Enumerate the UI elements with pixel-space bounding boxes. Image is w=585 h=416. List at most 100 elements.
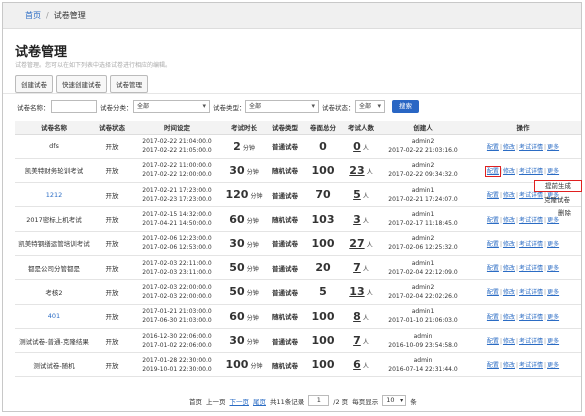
duration-value: 60	[229, 212, 245, 226]
pager-next[interactable]: 下一页	[230, 396, 250, 406]
config-link[interactable]: 配置	[487, 192, 499, 199]
start-time: 2016-12-30 22:06:00.0	[142, 332, 212, 340]
total-score: 5	[305, 279, 341, 305]
count-value[interactable]: 23	[349, 164, 364, 177]
col-header-duration: 考试时长	[223, 121, 265, 135]
config-link[interactable]: 配置	[487, 241, 499, 248]
more-link[interactable]: 更多	[547, 289, 559, 296]
pager-last[interactable]: 尾页	[253, 396, 266, 406]
edit-link[interactable]: 修改	[503, 314, 515, 321]
exam-duration: 100 分钟	[223, 352, 265, 378]
edit-link[interactable]: 修改	[503, 289, 515, 296]
create-paper-button[interactable]: 创建试卷	[15, 75, 53, 93]
row-actions: 配置|修改|考试详情|更多	[465, 255, 581, 281]
row-actions: 配置|修改|考试详情|更多	[465, 304, 581, 329]
page-number-input[interactable]: 1	[308, 395, 330, 406]
more-link[interactable]: 更多	[547, 144, 559, 151]
name-filter-label: 试卷名称：	[17, 104, 50, 112]
paper-management-button[interactable]: 试卷管理	[110, 75, 148, 93]
exam-detail-link[interactable]: 考试详情	[519, 289, 543, 296]
count-unit: 人	[366, 168, 373, 176]
creator: admin1 2017-02-17 11:18:45.0	[381, 206, 465, 232]
config-link[interactable]: 配置	[487, 362, 499, 369]
search-button[interactable]: 搜索	[392, 100, 419, 113]
category-filter-select[interactable]: 全部	[133, 100, 210, 113]
more-link[interactable]: 更多	[547, 338, 559, 345]
exam-count: 7 人	[341, 255, 381, 281]
count-unit: 人	[362, 217, 369, 225]
total-score: 103	[305, 206, 341, 232]
table-row: 401 开放 2017-01-21 21:03:00.0 2017-06-30 21:…	[15, 304, 581, 329]
start-time: 2017-02-06 12:23:00.0	[142, 235, 212, 243]
config-link[interactable]: 配置	[487, 144, 499, 151]
more-link[interactable]: 更多	[547, 168, 559, 175]
config-link[interactable]: 配置	[487, 265, 499, 272]
config-link[interactable]: 配置	[487, 217, 499, 224]
delete-menu-item[interactable]: 删除	[558, 207, 571, 217]
more-link[interactable]: 更多	[547, 362, 559, 369]
creator-name: admin1	[411, 211, 435, 219]
count-value[interactable]: 5	[353, 188, 361, 201]
edit-link[interactable]: 修改	[503, 217, 515, 224]
pager-pages: /2 页	[333, 397, 349, 406]
exam-detail-link[interactable]: 考试详情	[519, 192, 543, 199]
start-time: 2017-01-21 21:03:00.0	[142, 308, 212, 316]
exam-duration: 60 分钟	[223, 206, 265, 232]
count-value[interactable]: 13	[349, 285, 364, 298]
edit-link[interactable]: 修改	[503, 338, 515, 345]
count-value[interactable]: 3	[353, 213, 361, 226]
exam-detail-link[interactable]: 考试详情	[519, 265, 543, 272]
paper-type: 普通试卷	[265, 255, 305, 281]
table-row: 测试试卷-随机 开放 2017-01-28 22:30:00.0 2019-10-01…	[15, 352, 581, 378]
paper-name: 2017密标上机考试	[15, 206, 93, 232]
pager-first[interactable]: 首页	[189, 396, 202, 406]
pager-prev[interactable]: 上一页	[206, 396, 226, 406]
exam-detail-link[interactable]: 考试详情	[519, 168, 543, 175]
paper-name[interactable]: 401	[15, 304, 93, 329]
breadcrumb-home-link[interactable]: 首页	[25, 11, 41, 20]
paper-status: 开放	[93, 206, 131, 232]
count-value[interactable]: 27	[349, 237, 364, 250]
exam-detail-link[interactable]: 考试详情	[519, 217, 543, 224]
generate-early-menu-item[interactable]: 提前生成	[534, 180, 582, 192]
count-value[interactable]: 7	[353, 334, 361, 347]
end-time: 2017-06-30 21:03:00.0	[142, 317, 212, 325]
count-value[interactable]: 7	[353, 261, 361, 274]
more-link[interactable]: 更多	[547, 314, 559, 321]
edit-link[interactable]: 修改	[503, 241, 515, 248]
clone-paper-menu-item[interactable]: 克隆试卷	[544, 194, 570, 204]
edit-link[interactable]: 修改	[503, 144, 515, 151]
count-value[interactable]: 6	[353, 358, 361, 371]
paper-type: 随机试卷	[265, 304, 305, 329]
edit-link[interactable]: 修改	[503, 362, 515, 369]
exam-detail-link[interactable]: 考试详情	[519, 362, 543, 369]
paper-name[interactable]: 1212	[15, 182, 93, 208]
edit-link[interactable]: 修改	[503, 192, 515, 199]
row-actions: 配置|修改|考试详情|更多	[465, 328, 581, 354]
status-filter-select[interactable]: 全部	[355, 100, 385, 113]
creator-name: admin2	[411, 235, 435, 243]
config-link[interactable]: 配置	[487, 314, 499, 321]
config-link[interactable]: 配置	[487, 338, 499, 345]
count-value[interactable]: 8	[353, 310, 361, 323]
type-filter-select[interactable]: 全部	[245, 100, 319, 113]
paper-name: 考核2	[15, 279, 93, 305]
count-value[interactable]: 0	[353, 140, 361, 153]
exam-detail-link[interactable]: 考试详情	[519, 314, 543, 321]
exam-detail-link[interactable]: 考试详情	[519, 144, 543, 151]
exam-detail-link[interactable]: 考试详情	[519, 338, 543, 345]
config-link[interactable]: 配置	[484, 165, 501, 177]
name-filter-input[interactable]	[51, 100, 97, 113]
quick-create-paper-button[interactable]: 快速创建试卷	[56, 75, 107, 93]
duration-value: 2	[233, 139, 241, 153]
more-link[interactable]: 更多	[547, 241, 559, 248]
paper-status: 开放	[93, 134, 131, 159]
exam-detail-link[interactable]: 考试详情	[519, 241, 543, 248]
edit-link[interactable]: 修改	[503, 168, 515, 175]
per-page-select[interactable]: 10	[382, 395, 407, 406]
config-link[interactable]: 配置	[487, 289, 499, 296]
more-link[interactable]: 更多	[547, 265, 559, 272]
edit-link[interactable]: 修改	[503, 265, 515, 272]
more-link[interactable]: 更多	[547, 217, 559, 224]
row-actions: 配置|修改|考试详情|更多	[465, 352, 581, 378]
